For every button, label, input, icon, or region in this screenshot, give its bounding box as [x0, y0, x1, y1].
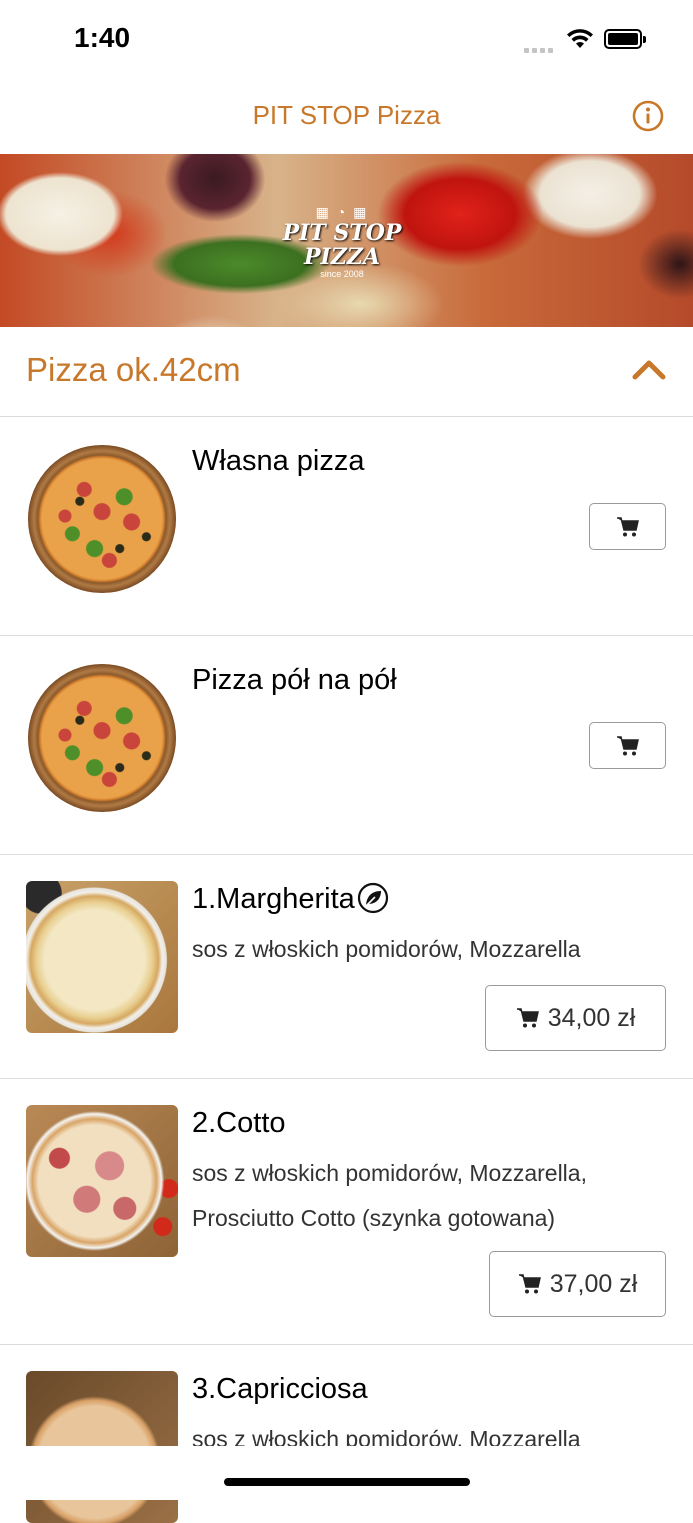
menu-item[interactable]: 1.Margherita sos z włoskich pomidorów, M… — [0, 855, 693, 1079]
cart-icon — [616, 516, 639, 536]
status-time: 1:40 — [74, 22, 131, 53]
bottom-safe-area — [0, 1446, 693, 1500]
home-indicator[interactable] — [224, 1478, 470, 1486]
pizza-image — [28, 664, 176, 812]
brand-logo: ▦ ◔ ▦ PIT STOP PIZZA since 2008 — [262, 204, 422, 279]
item-name: 3.Capricciosa — [192, 1373, 368, 1405]
menu-item[interactable]: 2.Cotto sos z włoskich pomidorów, Mozzar… — [0, 1079, 693, 1345]
item-name: Własna pizza — [192, 445, 365, 477]
status-bar: 1:40 — [0, 0, 693, 80]
pizza-image — [28, 445, 176, 593]
logo-since-text: since 2008 — [320, 269, 364, 279]
description-line: sos z włoskich pomidorów, Mozzarella — [192, 936, 581, 962]
description-line: Prosciutto Cotto (szynka gotowana) — [192, 1205, 556, 1231]
item-description: sos z włoskich pomidorów, Mozzarella, Pr… — [192, 1151, 672, 1241]
cart-icon — [616, 735, 639, 755]
pizza-image — [26, 881, 178, 1033]
page-title: PIT STOP Pizza — [252, 100, 441, 130]
pizza-image — [26, 1105, 178, 1257]
description-line: sos z włoskich pomidorów, Mozzarella, — [192, 1160, 587, 1186]
cart-icon — [516, 1008, 539, 1028]
logo-text: PIT STOP PIZZA — [282, 220, 402, 270]
cellular-signal-icon — [524, 40, 556, 53]
item-name: Pizza pół na pół — [192, 664, 397, 696]
item-name: 2.Cotto — [192, 1107, 286, 1139]
add-to-cart-price-button[interactable]: 37,00 zł — [489, 1251, 666, 1317]
cart-icon — [518, 1274, 541, 1294]
category-header[interactable]: Pizza ok.42cm — [0, 327, 693, 417]
hero-banner-image: ▦ ◔ ▦ PIT STOP PIZZA since 2008 — [0, 154, 693, 327]
wifi-icon — [567, 29, 593, 48]
category-title: Pizza ok.42cm — [26, 351, 241, 388]
menu-item[interactable]: Pizza pół na pół — [0, 636, 693, 855]
navigation-bar: PIT STOP Pizza — [0, 80, 693, 154]
vegetarian-leaf-icon — [357, 883, 388, 914]
add-to-cart-price-button[interactable]: 34,00 zł — [485, 985, 666, 1051]
price-label: 37,00 zł — [549, 1269, 638, 1298]
chevron-up-icon[interactable] — [632, 358, 666, 380]
price-label: 34,00 zł — [547, 1003, 636, 1032]
item-name-row: 1.Margherita — [192, 883, 389, 916]
battery-icon — [604, 29, 646, 49]
item-name: 1.Margherita — [192, 883, 355, 915]
add-to-cart-button[interactable] — [589, 503, 666, 550]
info-circle-icon[interactable] — [632, 100, 664, 132]
checkered-flags-icon: ▦ ◔ ▦ — [315, 204, 369, 220]
add-to-cart-button[interactable] — [589, 722, 666, 769]
item-description: sos z włoskich pomidorów, Mozzarella — [192, 927, 672, 972]
menu-item[interactable]: Własna pizza — [0, 417, 693, 636]
